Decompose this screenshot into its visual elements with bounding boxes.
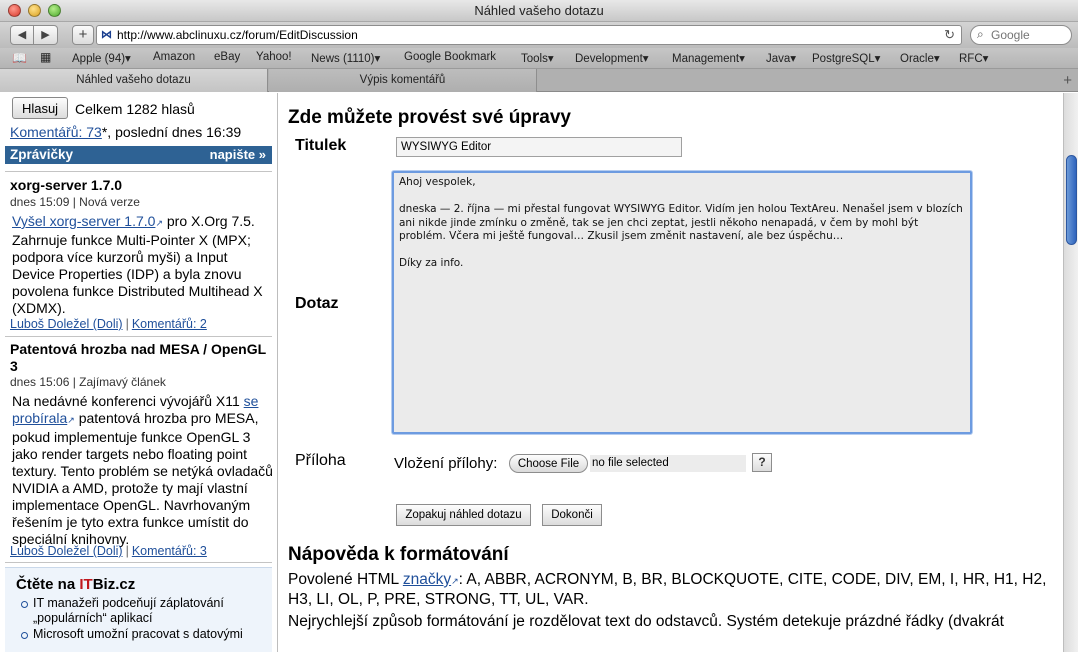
itbiz-title[interactable]: Čtěte na ITBiz.cz	[16, 576, 135, 593]
add-bookmark-button[interactable]: +	[72, 25, 94, 45]
sidebar: Hlasuj Celkem 1282 hlasů Komentářů: 73*,…	[0, 93, 278, 652]
divider	[5, 336, 272, 337]
top-sites-grid-icon[interactable]: ▦	[40, 50, 51, 64]
bookmark-oracle[interactable]: Oracle▾	[900, 51, 940, 65]
repeat-preview-button[interactable]: Zopakuj náhled dotazu	[396, 504, 531, 526]
formatting-help-title: Nápověda k formátování	[288, 544, 509, 565]
itbiz-box: Čtěte na ITBiz.cz IT manažeři podceňují …	[5, 567, 272, 652]
bookmark-yahoo[interactable]: Yahoo!	[256, 51, 292, 63]
bookmark-apple[interactable]: Apple (94)▾	[72, 51, 131, 65]
html-tags-link[interactable]: značky	[403, 571, 451, 588]
question-textarea[interactable]: Ahoj vespolek, dneska — 2. října — mi př…	[392, 171, 972, 434]
bookmark-management[interactable]: Management▾	[672, 51, 745, 65]
news-author-link[interactable]: Luboš Doležel (Doli)	[10, 317, 123, 331]
itbiz-item[interactable]: IT manažeři podceňují záplatování „popul…	[19, 596, 267, 626]
itbiz-item[interactable]: Microsoft umožní pracovat s datovými	[19, 627, 267, 642]
itbiz-list: IT manažeři podceňují záplatování „popul…	[19, 596, 267, 643]
news-body: Vyšel xorg-server 1.7.0↗ pro X.Org 7.5. …	[12, 213, 274, 317]
finish-button[interactable]: Dokonči	[542, 504, 602, 526]
title-label: Titulek	[295, 137, 347, 154]
news-footer: Luboš Doležel (Doli) | Komentářů: 3	[10, 544, 207, 558]
main-content: Zde můžete provést své úpravy Titulek Do…	[288, 93, 1063, 652]
search-box[interactable]: ⌕	[970, 25, 1072, 45]
bookmark-rfc[interactable]: RFC▾	[959, 51, 988, 65]
divider	[5, 171, 272, 172]
external-link-icon: ↗	[155, 218, 163, 228]
search-input[interactable]	[991, 28, 1067, 42]
bookmarks-bar: 📖 ▦ Apple (94)▾ Amazon eBay Yahoo! News …	[0, 48, 1078, 68]
news-comments-link[interactable]: Komentářů: 3	[132, 544, 207, 558]
tab-bar: Náhled vašeho dotazu Výpis komentářů +	[0, 68, 1078, 92]
news-comments-link[interactable]: Komentářů: 2	[132, 317, 207, 331]
news-author-link[interactable]: Luboš Doležel (Doli)	[10, 544, 123, 558]
bookmark-google-bookmark[interactable]: Google Bookmark	[404, 51, 496, 63]
bookmark-amazon[interactable]: Amazon	[153, 51, 195, 63]
poll-comments-link[interactable]: Komentářů: 73	[10, 124, 102, 140]
browser-toolbar: ◀ ▶ + ⋈ http://www.abclinuxu.cz/forum/Ed…	[0, 22, 1078, 48]
site-favicon-icon: ⋈	[101, 29, 112, 41]
back-button[interactable]: ◀	[10, 25, 34, 45]
tab-comments-list[interactable]: Výpis komentářů	[269, 69, 537, 92]
external-link-icon: ↗	[451, 576, 459, 586]
news-meta: dnes 15:09 | Nová verze	[10, 195, 140, 209]
forward-button[interactable]: ▶	[34, 25, 58, 45]
attachment-inline-label: Vložení přílohy:	[394, 455, 498, 472]
window-close-button[interactable]	[8, 4, 21, 17]
bookmark-tools[interactable]: Tools▾	[521, 51, 554, 65]
bookmarks-book-icon[interactable]: 📖	[12, 51, 27, 65]
web-page: Hlasuj Celkem 1282 hlasů Komentářů: 73*,…	[0, 93, 1063, 652]
title-input[interactable]	[396, 137, 682, 157]
help-question-icon[interactable]: ?	[752, 453, 772, 472]
address-bar[interactable]: ⋈ http://www.abclinuxu.cz/forum/EditDisc…	[96, 25, 962, 45]
bookmark-ebay[interactable]: eBay	[214, 51, 240, 63]
divider	[5, 562, 272, 563]
news-write-link[interactable]: napište »	[210, 146, 266, 164]
news-meta: dnes 15:06 | Zajímavý článek	[10, 375, 166, 389]
news-title: Patentová hrozba nad MESA / OpenGL 3	[10, 341, 266, 374]
news-header-title: Zprávičky	[10, 147, 74, 162]
bookmark-development[interactable]: Development▾	[575, 51, 649, 65]
news-title: xorg-server 1.7.0	[10, 177, 123, 193]
window-titlebar: Náhled vašeho dotazu	[0, 0, 1078, 22]
formatting-advice-text: Nejrychlejší způsob formátování je rozdě…	[288, 613, 1004, 630]
attachment-label: Příloha	[295, 452, 346, 469]
window-zoom-button[interactable]	[48, 4, 61, 17]
file-status: no file selected	[590, 455, 746, 472]
news-link[interactable]: Vyšel xorg-server 1.7.0	[12, 213, 155, 229]
poll-comments-line: Komentářů: 73*, poslední dnes 16:39	[10, 124, 241, 140]
new-tab-icon[interactable]: +	[1063, 72, 1072, 89]
vote-total: Celkem 1282 hlasů	[75, 101, 195, 117]
choose-file-button[interactable]: Choose File	[509, 454, 588, 473]
vote-button[interactable]: Hlasuj	[12, 97, 68, 119]
news-body: Na nedávné konferenci vývojářů X11 se pr…	[12, 393, 274, 548]
external-link-icon: ↗	[67, 415, 75, 425]
news-header: Zprávičky napište »	[5, 146, 272, 164]
news-body-text: Na nedávné konferenci vývojářů X11	[12, 393, 244, 409]
url-text[interactable]: http://www.abclinuxu.cz/forum/EditDiscus…	[117, 28, 358, 42]
scrollbar-thumb[interactable]	[1066, 155, 1077, 245]
tab-preview[interactable]: Náhled vašeho dotazu	[0, 69, 268, 92]
news-footer: Luboš Doležel (Doli) | Komentářů: 2	[10, 317, 207, 331]
question-label: Dotaz	[295, 295, 339, 312]
search-icon: ⌕	[977, 27, 984, 41]
window-minimize-button[interactable]	[28, 4, 41, 17]
reload-icon[interactable]: ↻	[944, 27, 955, 43]
allowed-html-text: Povolené HTML značky↗: A, ABBR, ACRONYM,…	[288, 571, 1047, 608]
bookmark-postgresql[interactable]: PostgreSQL▾	[812, 51, 880, 65]
page-title: Zde můžete provést své úpravy	[288, 107, 571, 128]
poll-comments-info: *, poslední dnes 16:39	[101, 124, 242, 140]
window-title: Náhled vašeho dotazu	[474, 3, 604, 18]
vertical-scrollbar[interactable]	[1063, 93, 1078, 652]
news-body-text: patentová hrozba pro MESA, pokud impleme…	[12, 410, 273, 547]
bookmark-news[interactable]: News (1110)▾	[311, 51, 380, 65]
bookmark-java[interactable]: Java▾	[766, 51, 796, 65]
